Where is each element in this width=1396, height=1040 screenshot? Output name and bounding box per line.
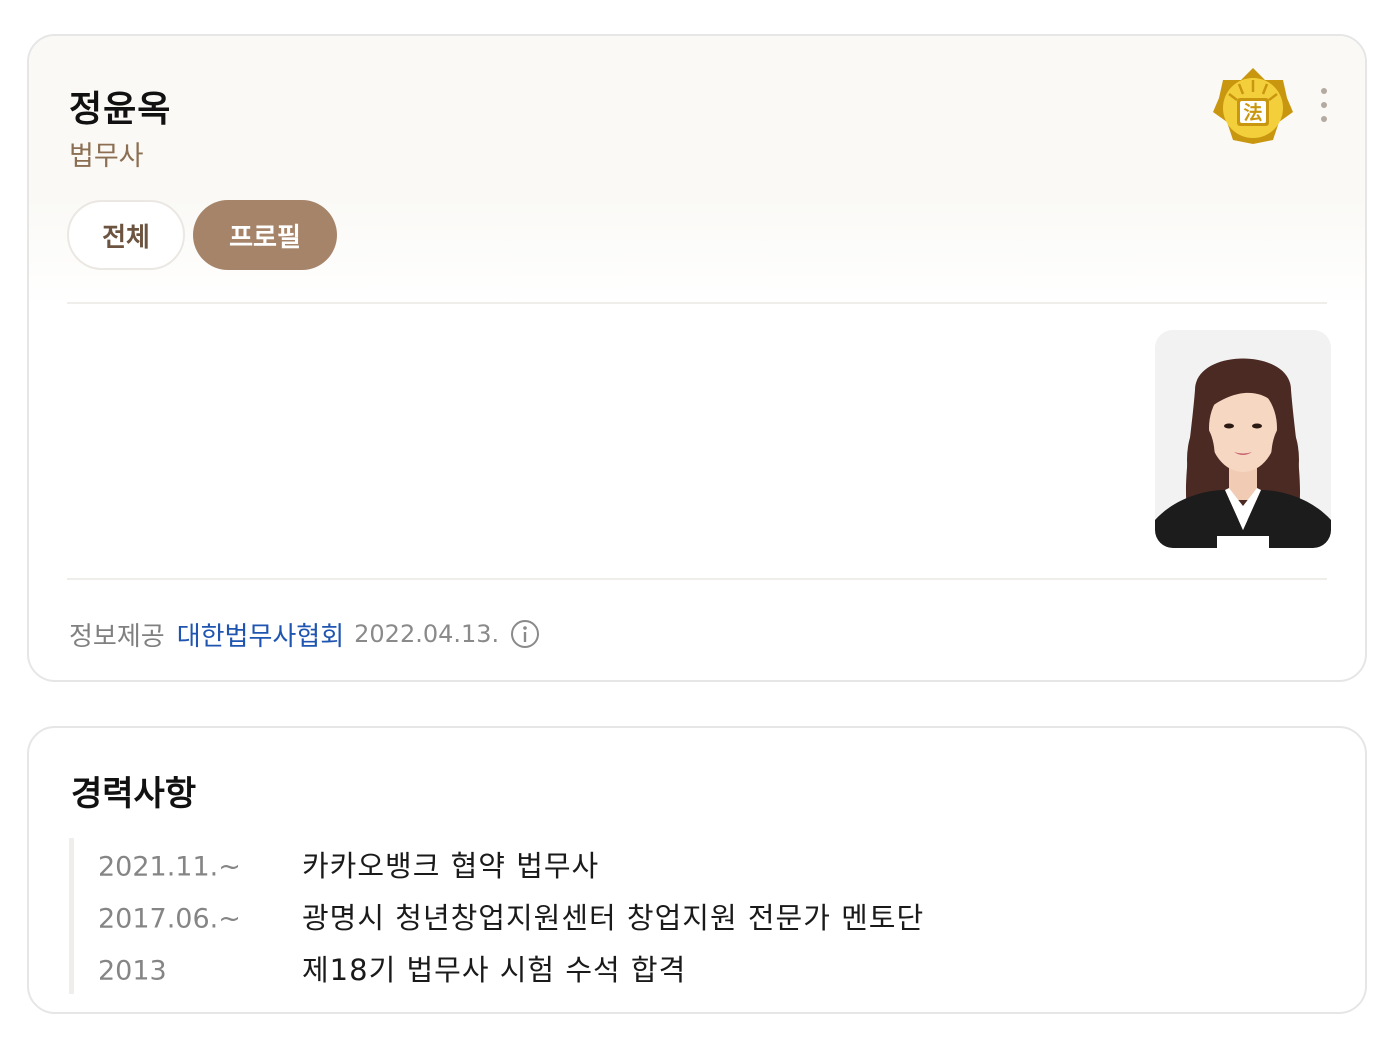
portrait-photo	[1155, 330, 1331, 548]
profile-name: 정윤옥	[69, 89, 172, 130]
info-icon[interactable]	[509, 618, 541, 650]
profile-card: 정윤옥 법무사 法 전체 프로필 정보제공 대한법무사협회 2022.04.13…	[27, 34, 1367, 682]
profile-job: 법무사	[69, 141, 144, 172]
career-date: 2017.06.~	[98, 903, 241, 935]
court-emblem-icon: 法	[1209, 62, 1297, 150]
career-description: 카카오뱅크 협약 법무사	[302, 849, 600, 883]
career-date: 2021.11.~	[98, 851, 241, 883]
tab-all[interactable]: 전체	[67, 200, 185, 270]
career-title: 경력사항	[71, 774, 197, 814]
career-description: 광명시 청년창업지원센터 창업지원 전문가 멘토단	[302, 901, 925, 935]
divider	[67, 302, 1327, 304]
career-item: 2013 제18기 법무사 시험 수석 합격	[74, 942, 1274, 994]
more-vertical-icon	[1321, 88, 1327, 94]
tab-profile[interactable]: 프로필	[193, 200, 337, 270]
career-list: 2021.11.~ 카카오뱅크 협약 법무사 2017.06.~ 광명시 청년창…	[69, 838, 1274, 994]
more-options-button[interactable]	[1311, 88, 1337, 122]
source-info: 정보제공 대한법무사협회 2022.04.13.	[69, 612, 541, 656]
source-date: 2022.04.13.	[354, 620, 500, 648]
career-card: 경력사항 2021.11.~ 카카오뱅크 협약 법무사 2017.06.~ 광명…	[27, 726, 1367, 1014]
source-org-link[interactable]: 대한법무사협회	[177, 616, 344, 653]
career-item: 2017.06.~ 광명시 청년창업지원센터 창업지원 전문가 멘토단	[74, 890, 1274, 942]
divider	[67, 578, 1327, 580]
emblem-text: 法	[1243, 101, 1262, 124]
career-item: 2021.11.~ 카카오뱅크 협약 법무사	[74, 838, 1274, 890]
career-date: 2013	[98, 955, 167, 987]
source-label: 정보제공	[69, 621, 165, 652]
more-vertical-icon	[1321, 102, 1327, 108]
more-vertical-icon	[1321, 116, 1327, 122]
career-description: 제18기 법무사 시험 수석 합격	[302, 953, 687, 987]
